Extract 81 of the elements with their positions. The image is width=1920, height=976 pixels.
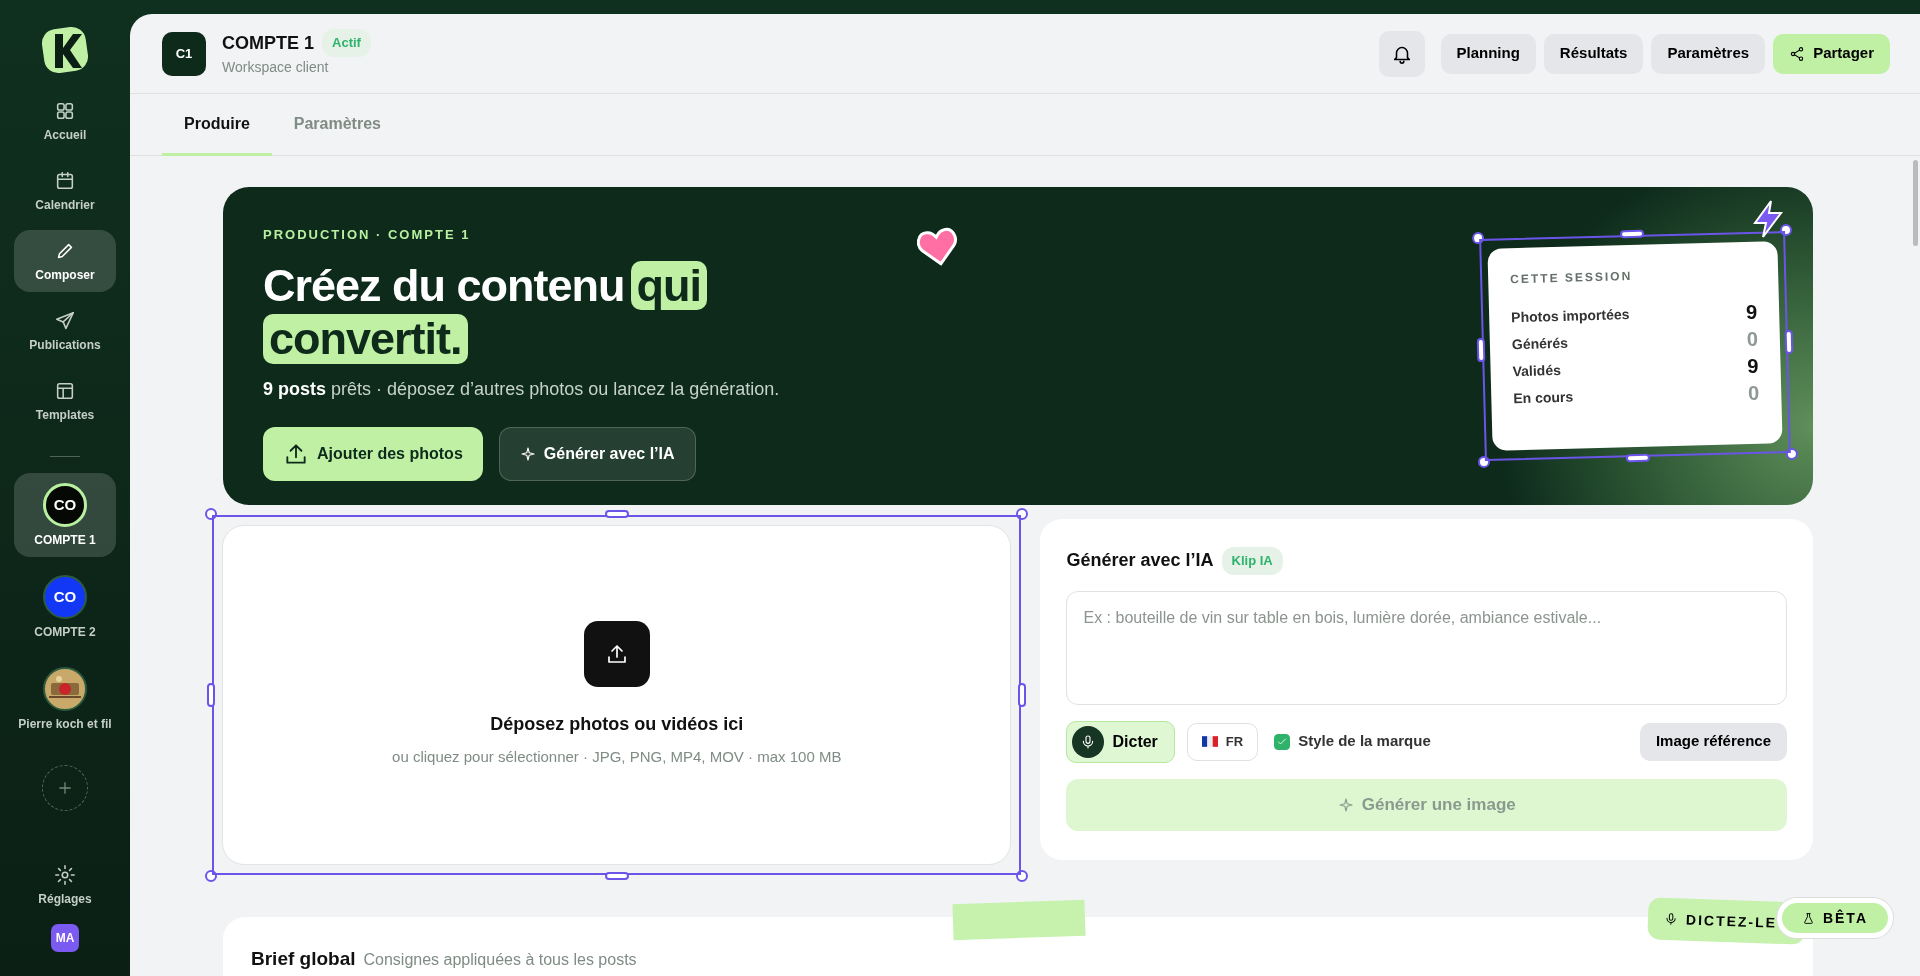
resize-handle[interactable]	[1784, 329, 1794, 355]
resize-handle[interactable]	[1785, 447, 1799, 461]
layout-icon	[54, 380, 76, 402]
reference-image-button[interactable]: Image référence	[1639, 722, 1787, 761]
stat-label: Générés	[1511, 333, 1569, 355]
ai-card-title: Générer avec l’IA	[1066, 549, 1214, 573]
add-photos-button[interactable]: Ajouter des photos	[263, 426, 483, 481]
session-title: CETTE SESSION	[1509, 268, 1634, 289]
ai-badge: Klip IA	[1221, 547, 1283, 575]
user-avatar[interactable]: MA	[51, 924, 79, 952]
resize-handle[interactable]	[1018, 683, 1027, 707]
flag-icon	[1201, 736, 1218, 747]
dropzone-title: Déposez photos ou vidéos ici	[490, 713, 744, 737]
stat-value: 0	[1747, 380, 1760, 406]
lightning-icon	[1751, 199, 1785, 239]
resize-handle[interactable]	[205, 508, 217, 520]
dictate-button[interactable]: Dicter	[1066, 720, 1175, 763]
status-pill: Actif	[322, 29, 371, 57]
flask-icon	[1801, 911, 1815, 925]
account-subtitle: Workspace client	[222, 57, 330, 77]
account-badge: C1	[162, 31, 206, 76]
header-button[interactable]: Paramètres	[1651, 33, 1766, 74]
resize-handle[interactable]	[1477, 455, 1491, 469]
sparkle-icon	[519, 445, 536, 462]
highlighted-word: convertit.	[263, 314, 468, 364]
brand-style-checkbox[interactable]: Style de la marque	[1274, 730, 1431, 753]
brief-title: Brief global	[251, 947, 356, 971]
avatar: CO	[43, 575, 87, 619]
hero-title: Créez du contenu	[263, 260, 625, 310]
stat-label: Photos importées	[1510, 305, 1630, 328]
highlighted-word: qui	[630, 260, 708, 310]
resize-handle[interactable]	[1471, 231, 1485, 245]
resize-handle[interactable]	[207, 683, 215, 707]
header-button[interactable]: Résultats	[1543, 33, 1644, 74]
avatar: CO	[43, 483, 87, 527]
tab[interactable]: Produire	[162, 94, 272, 156]
heart-sticker	[917, 227, 959, 267]
stat-value: 9	[1745, 299, 1758, 325]
stat-value: 0	[1746, 326, 1759, 352]
hero-subtitle: 9 posts prêts · déposez d’autres photos ou lancez la génération.	[263, 377, 780, 401]
plus-icon	[56, 779, 74, 797]
nav-item[interactable]: Publications	[14, 300, 116, 362]
settings-button[interactable]: Réglages	[14, 854, 116, 916]
generate-ai-button[interactable]: Générer avec l’IA	[498, 426, 696, 481]
stat-label: En cours	[1513, 387, 1574, 409]
resize-handle[interactable]	[1476, 337, 1486, 363]
dropzone-hint: ou cliquez pour sélectionner · JPG, PNG, MP4, MOV · max 100 MB	[392, 747, 842, 768]
microphone-icon	[1663, 911, 1679, 927]
notifications-button[interactable]	[1378, 30, 1425, 77]
stat-value: 9	[1747, 353, 1759, 379]
nav-item[interactable]: Templates	[14, 370, 116, 432]
resize-handle[interactable]	[604, 510, 629, 518]
upload-dropzone[interactable]: Déposez photos ou vidéos ici ou cliquez pour sélectionner · JPG, PNG, MP4, MOV · max 100 MB	[222, 525, 1012, 865]
resize-handle[interactable]	[604, 872, 629, 880]
calendar-icon	[54, 170, 76, 192]
nav-item[interactable]: Accueil	[14, 90, 116, 152]
resize-handle[interactable]	[1619, 229, 1645, 239]
sparkle-icon	[1337, 796, 1354, 813]
share-button[interactable]: Partager	[1773, 33, 1890, 74]
beta-button[interactable]: BÊTA	[1776, 898, 1893, 938]
scrollbar-thumb[interactable]	[1913, 160, 1918, 246]
send-icon	[54, 310, 76, 332]
settings-icon	[54, 864, 76, 886]
resize-handle[interactable]	[1779, 223, 1793, 237]
account-item[interactable]: Pierre koch et fil	[14, 657, 116, 741]
account-title: COMPTE 1	[222, 31, 314, 55]
nav-item[interactable]: Composer	[14, 230, 116, 292]
eyebrow-label: PRODUCTION · COMPTE 1	[263, 226, 471, 244]
resize-handle[interactable]	[1625, 453, 1651, 463]
nav-item[interactable]: Calendrier	[14, 160, 116, 222]
header-button[interactable]: Planning	[1440, 33, 1536, 74]
account-item[interactable]: CO COMPTE 1	[14, 473, 116, 557]
prompt-field[interactable]: Ex : bouteille de vin sur table en bois, lumière dorée, ambiance estivale...	[1066, 590, 1787, 705]
upload-icon	[583, 621, 650, 688]
share-icon	[1789, 45, 1806, 62]
grid-icon	[54, 100, 76, 122]
brief-subtitle: Consignes appliquées à tous les posts	[363, 950, 637, 970]
logo	[41, 26, 89, 74]
stat-label: Validés	[1512, 360, 1562, 382]
language-button[interactable]: FR	[1186, 722, 1259, 761]
account-item[interactable]: CO COMPTE 2	[14, 565, 116, 649]
